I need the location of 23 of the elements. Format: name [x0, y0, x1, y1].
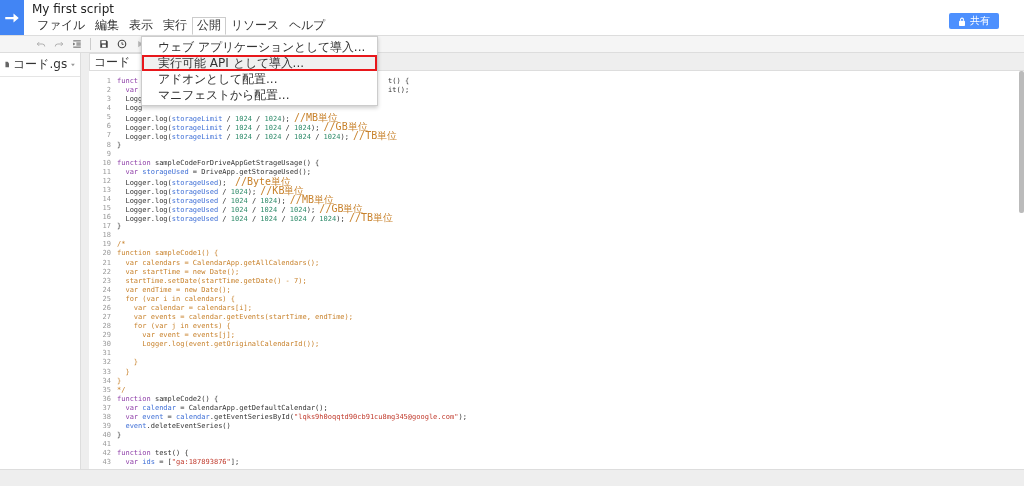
redo-icon[interactable]: [54, 39, 64, 49]
lock-icon: [958, 16, 966, 26]
menu-option[interactable]: アドオンとして配置...: [142, 71, 378, 87]
file-name: コード.gs: [13, 56, 68, 73]
menu-option[interactable]: ウェブ アプリケーションとして導入...: [142, 39, 378, 55]
clock-icon[interactable]: [117, 39, 127, 49]
indent-icon[interactable]: [72, 39, 82, 49]
script-title[interactable]: My first script: [32, 2, 330, 16]
menu-item[interactable]: 表示: [124, 17, 158, 35]
menu-item[interactable]: 公開: [192, 17, 226, 35]
menu-option[interactable]: 実行可能 API として導入...: [142, 55, 378, 71]
menu-item[interactable]: 編集: [90, 17, 124, 35]
menu-item[interactable]: ヘルプ: [284, 17, 330, 35]
menu-item[interactable]: リソース: [226, 17, 284, 35]
scrollbar[interactable]: [1019, 71, 1024, 213]
undo-icon[interactable]: [36, 39, 46, 49]
menu-item[interactable]: ファイル: [32, 17, 90, 35]
app-logo[interactable]: [0, 0, 24, 35]
menu-option[interactable]: マニフェストから配置...: [142, 87, 378, 103]
menu-item[interactable]: 実行: [158, 17, 192, 35]
save-icon[interactable]: [99, 39, 109, 49]
file-item[interactable]: コード.gs: [0, 53, 80, 77]
file-icon: [5, 60, 10, 69]
